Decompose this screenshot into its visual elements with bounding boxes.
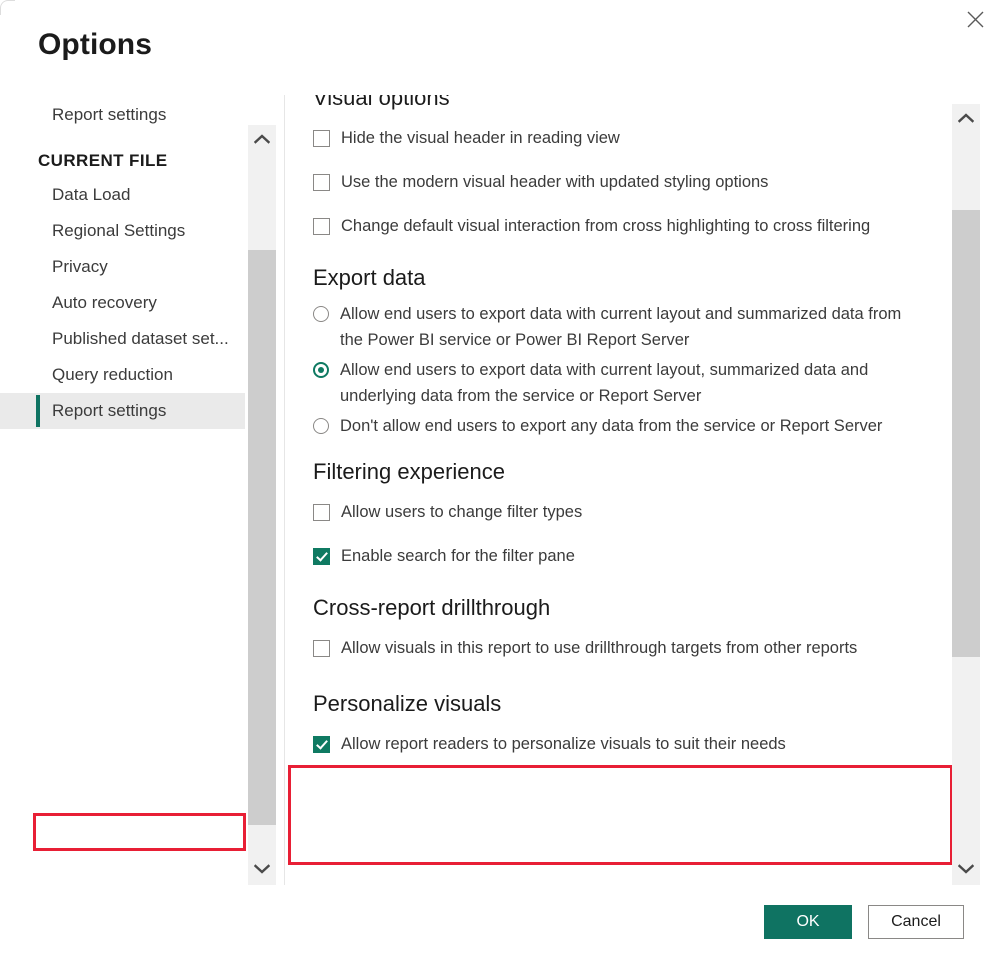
checkbox-icon[interactable]: [313, 548, 330, 565]
cancel-button[interactable]: Cancel: [868, 905, 964, 939]
checkbox-label: Change default visual interaction from c…: [341, 213, 870, 239]
sidebar-item-regional-settings-file[interactable]: Regional Settings: [0, 213, 245, 249]
radio-icon[interactable]: [313, 362, 329, 378]
sidebar-item-label: Privacy: [52, 257, 108, 276]
section-title-export-data: Export data: [313, 263, 952, 293]
chevron-up-icon: [254, 131, 270, 149]
sidebar-item-label: Published dataset set...: [52, 329, 229, 348]
sidebar-item-data-load[interactable]: Data Load: [0, 177, 245, 213]
radio-label: Allow end users to export data with curr…: [340, 357, 923, 409]
sidebar-item-label: Report settings: [52, 401, 166, 420]
radio-icon[interactable]: [313, 306, 329, 322]
checkbox-label: Enable search for the filter pane: [341, 543, 575, 569]
sidebar-item-auto-recovery-file[interactable]: Auto recovery: [0, 285, 245, 321]
options-dialog: Options DirectQuery R scripting Python s…: [0, 0, 1002, 959]
sidebar-item-label: Data Load: [52, 185, 130, 204]
sidebar-scroll-up-button[interactable]: [248, 125, 276, 155]
checkbox-icon[interactable]: [313, 736, 330, 753]
sidebar-scrollbar[interactable]: [248, 125, 276, 885]
sidebar-scroll-down-button[interactable]: [248, 855, 276, 885]
radio-label: Don't allow end users to export any data…: [340, 413, 882, 439]
checkbox-label: Hide the visual header in reading view: [341, 125, 620, 151]
sidebar-item-privacy-file[interactable]: Privacy: [0, 249, 245, 285]
content-scrollbar[interactable]: [952, 104, 980, 885]
close-button[interactable]: [952, 2, 998, 36]
checkbox-icon[interactable]: [313, 504, 330, 521]
sidebar-group-current-file: CURRENT FILE: [0, 133, 245, 177]
sidebar-item-label: Regional Settings: [52, 221, 185, 240]
close-icon: [967, 11, 984, 28]
content-scroll-up-button[interactable]: [952, 104, 980, 134]
sidebar-item-published-dataset-settings[interactable]: Published dataset set...: [0, 321, 245, 357]
section-title-personalize-visuals: Personalize visuals: [313, 689, 952, 719]
chevron-down-icon: [958, 861, 974, 879]
sidebar-item-report-settings[interactable]: Report settings: [0, 393, 245, 429]
checkbox-allow-cross-report-drillthrough[interactable]: Allow visuals in this report to use dril…: [313, 635, 893, 661]
sidebar-scroll-thumb[interactable]: [248, 250, 276, 825]
checkbox-allow-change-filter-types[interactable]: Allow users to change filter types: [313, 499, 913, 525]
sidebar-list: DirectQuery R scripting Python scripting…: [0, 95, 245, 429]
checkbox-allow-personalize-visuals[interactable]: Allow report readers to personalize visu…: [313, 731, 913, 757]
radio-label: Allow end users to export data with curr…: [340, 301, 908, 353]
sidebar-item-report-settings-global[interactable]: Report settings: [0, 97, 245, 133]
radio-icon[interactable]: [313, 418, 329, 434]
page-title: Options: [38, 26, 152, 64]
radio-export-summarized[interactable]: Allow end users to export data with curr…: [313, 301, 908, 353]
checkbox-icon[interactable]: [313, 218, 330, 235]
checkbox-modern-visual-header[interactable]: Use the modern visual header with update…: [313, 169, 913, 195]
chevron-up-icon: [958, 110, 974, 128]
checkbox-icon[interactable]: [313, 130, 330, 147]
checkbox-label: Allow users to change filter types: [341, 499, 582, 525]
content-scroll-thumb[interactable]: [952, 210, 980, 657]
options-sidebar: DirectQuery R scripting Python scripting…: [0, 95, 285, 885]
options-content-scroll: Visual options Hide the visual header in…: [285, 95, 952, 797]
checkbox-change-default-visual-interaction[interactable]: Change default visual interaction from c…: [313, 213, 898, 239]
checkbox-icon[interactable]: [313, 174, 330, 191]
checkbox-label: Use the modern visual header with update…: [341, 169, 768, 195]
content-scroll-down-button[interactable]: [952, 855, 980, 885]
checkbox-label: Allow report readers to personalize visu…: [341, 731, 786, 757]
chevron-down-icon: [254, 861, 270, 879]
radio-export-summarized-and-underlying[interactable]: Allow end users to export data with curr…: [313, 357, 923, 409]
sidebar-item-query-reduction[interactable]: Query reduction: [0, 357, 245, 393]
section-title-visual-options: Visual options: [313, 95, 952, 113]
checkbox-icon[interactable]: [313, 640, 330, 657]
ok-button[interactable]: OK: [764, 905, 852, 939]
sidebar-item-label: Query reduction: [52, 365, 173, 384]
dialog-footer: OK Cancel: [0, 885, 1002, 959]
checkbox-enable-filter-pane-search[interactable]: Enable search for the filter pane: [313, 543, 913, 569]
checkbox-label: Allow visuals in this report to use dril…: [341, 635, 857, 661]
sidebar-item-label: Auto recovery: [52, 293, 157, 312]
checkbox-hide-visual-header[interactable]: Hide the visual header in reading view: [313, 125, 913, 151]
options-content: Visual options Hide the visual header in…: [285, 95, 952, 885]
section-title-cross-report-drillthrough: Cross-report drillthrough: [313, 593, 952, 623]
section-title-filtering-experience: Filtering experience: [313, 457, 952, 487]
radio-export-disallow[interactable]: Don't allow end users to export any data…: [313, 413, 908, 439]
sidebar-item-label: Report settings: [52, 105, 166, 124]
